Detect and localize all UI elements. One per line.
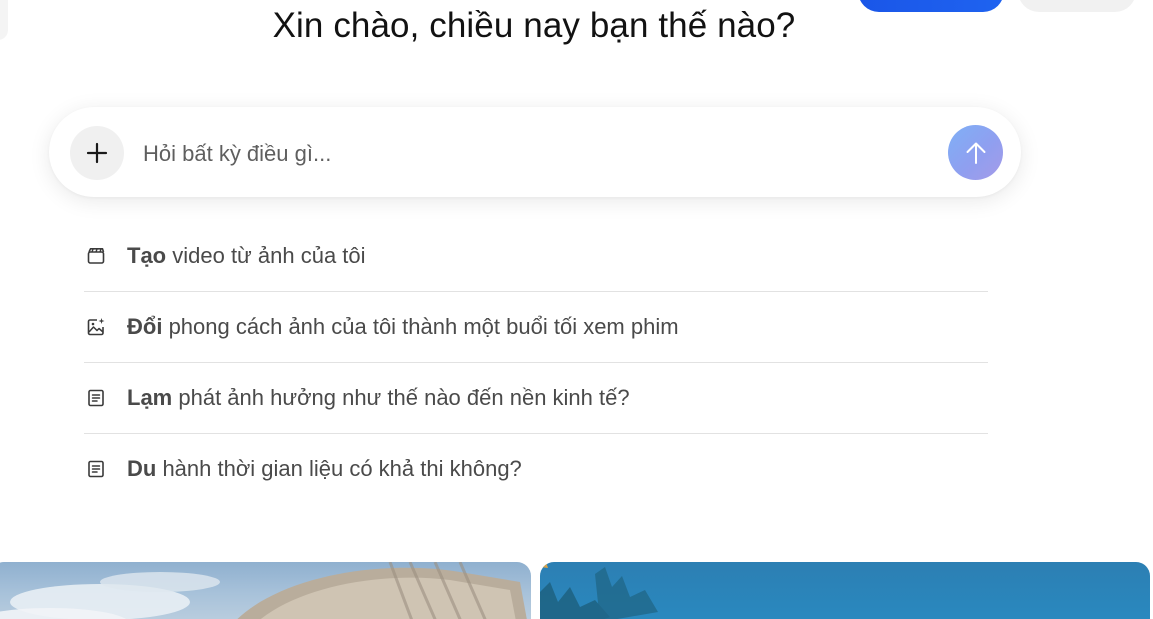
greeting-heading: Xin chào, chiều nay bạn thế nào?	[272, 6, 796, 45]
add-attachment-button[interactable]	[70, 126, 124, 180]
prompt-composer	[49, 107, 1021, 197]
plus-icon	[86, 142, 108, 164]
suggestion-text: Đổi phong cách ảnh của tôi thành một buổ…	[127, 314, 679, 339]
arrow-up-icon	[966, 142, 985, 164]
suggestion-text: Lạm phát ảnh hưởng như thế nào đến nền k…	[127, 385, 630, 410]
image-card-blue-sky-trees[interactable]	[540, 562, 1150, 619]
document-icon	[85, 458, 107, 480]
clapperboard-icon	[85, 245, 107, 267]
suggestion-item[interactable]: Du hành thời gian liệu có khả thi không?	[84, 434, 988, 504]
suggestion-list: Tạo video từ ảnh của tôi Đổi phong cách …	[84, 221, 988, 504]
suggestion-text: Tạo video từ ảnh của tôi	[127, 243, 366, 268]
send-button[interactable]	[948, 125, 1003, 180]
prompt-input[interactable]	[141, 131, 925, 177]
suggestion-text: Du hành thời gian liệu có khả thi không?	[127, 456, 522, 481]
suggestion-item[interactable]: Tạo video từ ảnh của tôi	[84, 221, 988, 292]
image-sparkle-icon	[85, 316, 107, 338]
page: Xin chào, chiều nay bạn thế nào? Tạo vid…	[0, 0, 1153, 619]
document-icon	[85, 387, 107, 409]
blue-sky-trees-image	[540, 562, 658, 619]
image-card-clouds-arch[interactable]	[0, 562, 531, 619]
suggestion-item[interactable]: Đổi phong cách ảnh của tôi thành một buổ…	[84, 292, 988, 363]
clouds-arch-image	[0, 562, 527, 619]
suggestion-item[interactable]: Lạm phát ảnh hưởng như thế nào đến nền k…	[84, 363, 988, 434]
